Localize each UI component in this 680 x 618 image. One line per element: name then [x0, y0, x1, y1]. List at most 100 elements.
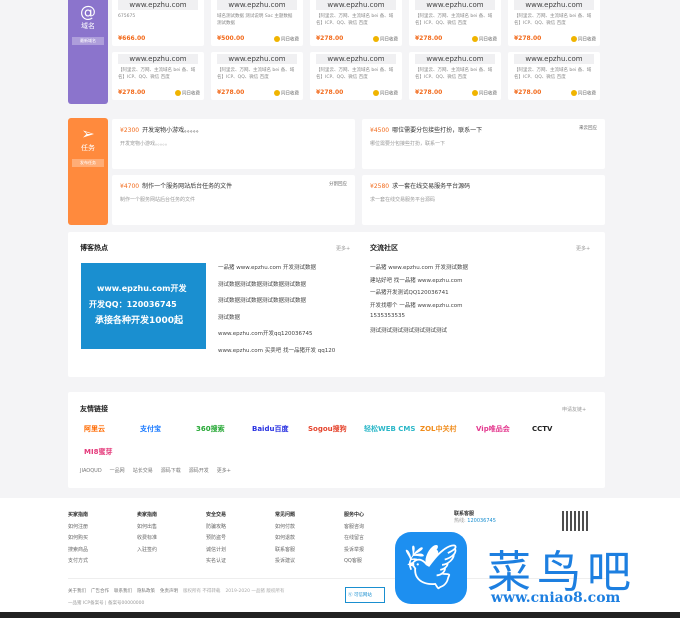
domain-card[interactable]: www.epzhu.com 【阿里云、万网、主流域名 bei 备、域名】ICP、Q… [310, 52, 402, 100]
partner-logo[interactable]: 360搜索 [196, 424, 252, 444]
blog-item[interactable]: www.epzhu.com 买卖吧 找一品猪开发 qq120 [218, 346, 335, 363]
partner-logo[interactable]: CCTV [532, 425, 588, 445]
task-card[interactable]: ¥4500 哪位需要分包接些打扮，联系一下 哪位需要分包接些打扮，联系一下 来云回应 [362, 119, 605, 169]
blog-title: 博客热点 [80, 244, 108, 252]
footer-link[interactable]: 客服咨询 [344, 522, 364, 534]
domain-name[interactable]: www.epzhu.com [316, 54, 396, 64]
domain-name[interactable]: www.epzhu.com [118, 54, 198, 64]
domain-card[interactable]: www.epzhu.com 域名测试数据 测试说明 Sac 主题数据 测试数据 ¥5… [211, 0, 303, 46]
task-title: 求一套在线交易服务平台源码 [392, 183, 471, 190]
domain-card[interactable]: www.epzhu.com 【阿里云、万网、主流域名 bei 备、域名】ICP、Q… [211, 52, 303, 100]
community-more-link[interactable]: 更多+ [576, 245, 590, 252]
partner-logo[interactable]: Baidu百度 [252, 424, 308, 444]
domain-category-panel[interactable]: @ 域名 最新域名 [68, 0, 108, 104]
domain-name[interactable]: www.epzhu.com [118, 0, 198, 10]
footer-column: 卖家指南 如何出售 收费标准 入驻签约 [137, 510, 157, 556]
domain-card[interactable]: www.epzhu.com 【阿里云、万网、主流域名 bei 备、域名】ICP、Q… [508, 0, 600, 46]
blog-item[interactable]: 测试数据 [218, 313, 335, 330]
community-item[interactable]: 建站好吧 找一品猪 www.epzhu.com [370, 276, 468, 289]
footer-link[interactable]: 如何出售 [137, 522, 157, 534]
domain-card[interactable]: www.epzhu.com 675675 ¥666.00 [112, 0, 204, 46]
latest-domain-tag[interactable]: 最新域名 [72, 37, 104, 45]
text-link[interactable]: 源码开发 [189, 468, 209, 474]
task-user[interactable]: 分割回应 [329, 181, 347, 187]
bottom-bar [0, 612, 680, 618]
apply-link[interactable]: 申请友链+ [562, 406, 586, 413]
footer-bottom-link[interactable]: 广告合作 [91, 589, 109, 594]
footer-link[interactable]: 联系客服 [275, 545, 295, 557]
task-card[interactable]: ¥2580 求一套在线交易服务平台源码 求一套在线交易服务平台源码 [362, 175, 605, 225]
domain-desc: 【阿里云、万网、主流域名 bei 备、域名】ICP、QQ、微信 百度 [415, 14, 493, 26]
footer-link[interactable]: 如何付款 [275, 522, 295, 534]
partner-logo[interactable]: Vip唯品会 [476, 424, 532, 444]
footer-link[interactable]: QQ客服 [344, 556, 364, 568]
domain-name[interactable]: www.epzhu.com [316, 0, 396, 10]
task-heading[interactable]: ¥2300 开发宠物小游戏。。。。。 [120, 125, 347, 134]
community-item[interactable]: 一品猪开发测试QQ120036741 [370, 288, 468, 301]
domain-name[interactable]: www.epzhu.com [415, 54, 495, 64]
task-category-panel[interactable]: ➢ 任务 发布任务 [68, 118, 108, 225]
task-card[interactable]: ¥2300 开发宠物小游戏。。。。。 开发宠物小游戏。。。。。 [112, 119, 355, 169]
footer-link[interactable]: 搜索商品 [68, 545, 88, 557]
domain-card[interactable]: www.epzhu.com 【阿里云、万网、主流域名 bei 备、域名】ICP、Q… [310, 0, 402, 46]
domain-card[interactable]: www.epzhu.com 【阿里云、万网、主流域名 bei 备、域名】ICP、Q… [112, 52, 204, 100]
domain-name[interactable]: www.epzhu.com [217, 54, 297, 64]
domain-name[interactable]: www.epzhu.com [415, 0, 495, 10]
domain-name[interactable]: www.epzhu.com [514, 54, 594, 64]
footer-link[interactable]: 入驻签约 [137, 545, 157, 557]
text-link[interactable]: 更多+ [217, 468, 231, 474]
footer-link[interactable]: 如何注册 [68, 522, 88, 534]
text-link[interactable]: JIAOQUD [80, 468, 102, 474]
footer-link[interactable]: 支付方式 [68, 556, 88, 568]
community-item[interactable]: 测试测试测试测试测试测试测试 [370, 326, 468, 339]
partner-logo[interactable]: MI8蜜芽 [84, 447, 140, 467]
partner-logo[interactable]: Sogou搜狗 [308, 424, 364, 444]
text-link[interactable]: 站长交易 [133, 468, 153, 474]
blog-item[interactable]: 一品猪 www.epzhu.com 开发测试数据 [218, 263, 335, 280]
community-item[interactable]: 1535353535 [370, 313, 468, 326]
task-heading[interactable]: ¥2580 求一套在线交易服务平台源码 [370, 181, 597, 190]
text-link[interactable]: 一品网 [110, 468, 125, 474]
service-phone[interactable]: 120036745 [467, 518, 496, 524]
footer-link[interactable]: 实名认证 [206, 556, 226, 568]
task-user[interactable]: 来云回应 [579, 125, 597, 131]
trust-badge[interactable]: Ⓥ 可信网站 [345, 587, 385, 603]
domain-card[interactable]: www.epzhu.com 【阿里云、万网、主流域名 bei 备、域名】ICP、Q… [508, 52, 600, 100]
task-card[interactable]: ¥4700 制作一个服务网站后台任务的文件 制作一个服务网站后台任务的文件 分割回应 [112, 175, 355, 225]
footer-link[interactable]: 如何退款 [275, 533, 295, 545]
footer-link[interactable]: 防骗攻略 [206, 522, 226, 534]
task-heading[interactable]: ¥4700 制作一个服务网站后台任务的文件 [120, 181, 347, 190]
partner-logo[interactable]: 支付宝 [140, 424, 196, 444]
domain-card[interactable]: www.epzhu.com 【阿里云、万网、主流域名 bei 备、域名】ICP、Q… [409, 0, 501, 46]
task-heading[interactable]: ¥4500 哪位需要分包接些打扮，联系一下 [370, 125, 597, 134]
blog-banner[interactable]: www.epzhu.com开发 开发QQ：120036745 承接各种开发100… [81, 263, 206, 349]
footer-link[interactable]: 如何购买 [68, 533, 88, 545]
footer-bottom-link[interactable]: 免责声明 [160, 589, 178, 594]
publish-task-tag[interactable]: 发布任务 [72, 159, 104, 167]
footer-link[interactable]: 投诉举报 [344, 545, 364, 557]
footer-bottom-link[interactable]: 关于我们 [68, 589, 86, 594]
domain-name[interactable]: www.epzhu.com [217, 0, 297, 10]
blog-more-link[interactable]: 更多+ [336, 245, 350, 252]
blog-item[interactable]: 测试数据测试数据测试数据测试数据 [218, 296, 335, 313]
footer-link[interactable]: 预防盗号 [206, 533, 226, 545]
community-item[interactable]: 一品猪 www.epzhu.com 开发测试数据 [370, 263, 468, 276]
blog-item[interactable]: 测试数据测试数据测试数据测试数据 [218, 280, 335, 297]
partner-logo[interactable]: 阿里云 [84, 424, 140, 444]
service-label: 热线: [454, 518, 466, 524]
domain-card[interactable]: www.epzhu.com 【阿里云、万网、主流域名 bei 备、域名】ICP、Q… [409, 52, 501, 100]
partner-logo[interactable]: 轻松WEB CMS [364, 424, 420, 444]
community-item[interactable]: 开发找哪个 一品猪 www.epzhu.com [370, 301, 468, 314]
footer-link[interactable]: 诚信计划 [206, 545, 226, 557]
seller-avatar-icon [571, 35, 577, 42]
domain-name[interactable]: www.epzhu.com [514, 0, 594, 10]
footer-link[interactable]: 投诉建议 [275, 556, 295, 568]
seller-avatar-icon [571, 89, 577, 96]
text-link[interactable]: 源码下载 [161, 468, 181, 474]
footer-link[interactable]: 在线留言 [344, 533, 364, 545]
footer-bottom-link[interactable]: 联系我们 [114, 589, 132, 594]
partner-logo[interactable]: ZOL中关村 [420, 424, 476, 444]
footer-bottom-link[interactable]: 隐私政策 [137, 589, 155, 594]
blog-item[interactable]: www.epzhu.com开发qq120036745 [218, 329, 335, 346]
footer-link[interactable]: 收费标准 [137, 533, 157, 545]
